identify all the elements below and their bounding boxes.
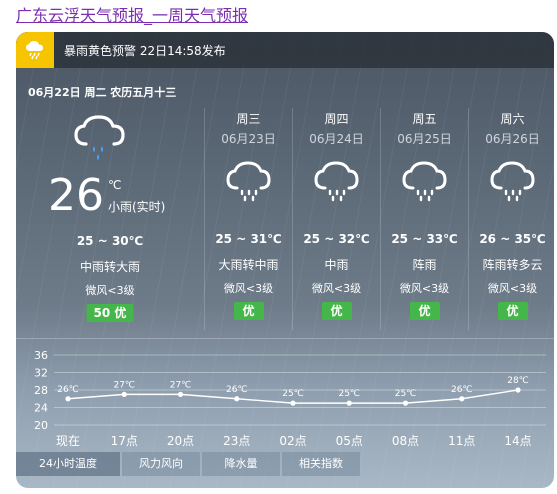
forecast-day[interactable]: 周四 06月24日 25 ~ 32℃ 中雨 微风<3级 优 <box>292 108 380 330</box>
aqi-badge[interactable]: 优 <box>497 302 528 320</box>
page-title-link[interactable]: 广东云浮天气预报_一周天气预报 <box>16 2 248 26</box>
data-point <box>121 391 127 397</box>
alert-bar[interactable]: 暴雨黄色预警 22日14:58发布 <box>16 32 554 68</box>
x-tick-label: 17点 <box>111 434 138 448</box>
temperature-chart: 20 24 28 32 36 26℃ 现在 27℃ 17点 27℃ 20点 26℃ 23点 25℃ 02点 2… <box>16 338 554 452</box>
day-name: 周三 <box>236 112 261 126</box>
day-temp-range: 25 ~ 33℃ <box>391 232 458 246</box>
day-wind: 微风<3级 <box>399 282 450 295</box>
day-name: 周五 <box>412 112 437 126</box>
day-date: 06月25日 <box>397 132 452 146</box>
cloud-rain-icon <box>225 160 273 204</box>
forecast-day[interactable]: 周三 06月23日 25 ~ 31℃ 大雨转中雨 微风<3级 优 <box>204 108 292 330</box>
data-point <box>459 396 465 402</box>
x-tick-label: 23点 <box>223 434 250 448</box>
cloud-rain-icon <box>313 160 361 204</box>
current-weather-desc: 小雨(实时) <box>108 200 166 214</box>
data-point <box>234 396 240 402</box>
data-point <box>290 400 296 406</box>
x-tick-label: 20点 <box>167 434 194 448</box>
y-tick-label: 20 <box>34 419 48 432</box>
day-name: 周四 <box>324 112 349 126</box>
aqi-badge[interactable]: 优 <box>233 302 264 320</box>
tab-related-indices[interactable]: 相关指数 <box>282 452 360 476</box>
y-tick-label: 32 <box>34 367 48 380</box>
day-weather: 大雨转中雨 <box>218 258 279 272</box>
tab-24h-temperature[interactable]: 24小时温度 <box>16 452 120 476</box>
data-label: 27℃ <box>170 380 192 390</box>
data-label: 25℃ <box>338 389 360 399</box>
x-tick-label: 11点 <box>448 434 475 448</box>
temperature-chart-svg: 20 24 28 32 36 26℃ 现在 27℃ 17点 27℃ 20点 26℃ 23点 25℃ 02点 2… <box>34 349 546 448</box>
data-point <box>177 391 184 397</box>
day-wind: 微风<3级 <box>223 282 274 295</box>
day-date: 06月23日 <box>221 132 276 146</box>
data-label: 27℃ <box>113 380 135 390</box>
cloud-rain-icon <box>401 160 449 204</box>
data-label: 26℃ <box>226 385 248 395</box>
rainstorm-warning-icon <box>16 32 54 68</box>
forecast-day[interactable]: 周六 06月26日 26 ~ 35℃ 阵雨转多云 微风<3级 优 <box>468 108 554 330</box>
x-tick-label: 05点 <box>336 434 363 448</box>
y-tick-label: 36 <box>34 349 48 362</box>
data-point <box>65 396 71 402</box>
data-point <box>402 400 409 406</box>
cloud-rain-icon <box>489 160 537 204</box>
data-label: 25℃ <box>282 389 304 399</box>
day-weather: 阵雨 <box>412 258 437 272</box>
data-point <box>515 387 521 393</box>
current-temperature: 26 <box>48 170 104 221</box>
day-weather: 中雨 <box>324 258 349 272</box>
x-tick-label: 14点 <box>504 434 531 448</box>
aqi-badge[interactable]: 优 <box>409 302 440 320</box>
day-name: 周六 <box>500 112 525 126</box>
chart-tabs: 24小时温度 风力风向 降水量 相关指数 <box>16 452 362 476</box>
day-temp-range: 25 ~ 31℃ <box>215 232 282 246</box>
x-tick-label: 02点 <box>279 434 306 448</box>
tab-precipitation[interactable]: 降水量 <box>202 452 280 476</box>
x-tick-label: 现在 <box>56 434 80 448</box>
today-wind: 微风<3级 <box>85 284 135 297</box>
x-tick-label: 08点 <box>392 434 419 448</box>
cloud-rain-icon <box>72 114 128 162</box>
aqi-badge[interactable]: 50 优 <box>86 304 134 322</box>
day-temp-range: 25 ~ 32℃ <box>303 232 370 246</box>
date-line: 06月22日 周二 农历五月十三 <box>28 86 177 99</box>
temperature-unit: ℃ <box>108 178 122 192</box>
data-label: 25℃ <box>395 389 417 399</box>
y-tick-label: 28 <box>34 384 48 397</box>
today-temp-range: 25 ~ 30℃ <box>76 234 144 248</box>
day-weather: 阵雨转多云 <box>482 258 543 272</box>
data-point <box>346 400 352 406</box>
data-label: 28℃ <box>507 376 529 386</box>
aqi-badge[interactable]: 优 <box>321 302 352 320</box>
y-tick-label: 24 <box>34 402 48 415</box>
today-weather: 中雨转大雨 <box>79 260 140 274</box>
tab-wind-direction[interactable]: 风力风向 <box>122 452 200 476</box>
day-temp-range: 26 ~ 35℃ <box>479 232 546 246</box>
today-column[interactable]: 26 ℃ 小雨(实时) 25 ~ 30℃ 中雨转大雨 微风<3级 50 优 <box>16 108 204 338</box>
data-label: 26℃ <box>57 385 79 395</box>
day-date: 06月26日 <box>485 132 540 146</box>
day-wind: 微风<3级 <box>311 282 362 295</box>
day-wind: 微风<3级 <box>487 282 538 295</box>
weather-widget: 暴雨黄色预警 22日14:58发布 06月22日 周二 农历五月十三 26 ℃ … <box>16 32 554 488</box>
alert-text: 暴雨黄色预警 22日14:58发布 <box>64 44 226 58</box>
day-date: 06月24日 <box>309 132 364 146</box>
forecast-day[interactable]: 周五 06月25日 25 ~ 33℃ 阵雨 微风<3级 优 <box>380 108 468 330</box>
data-label: 26℃ <box>451 385 473 395</box>
